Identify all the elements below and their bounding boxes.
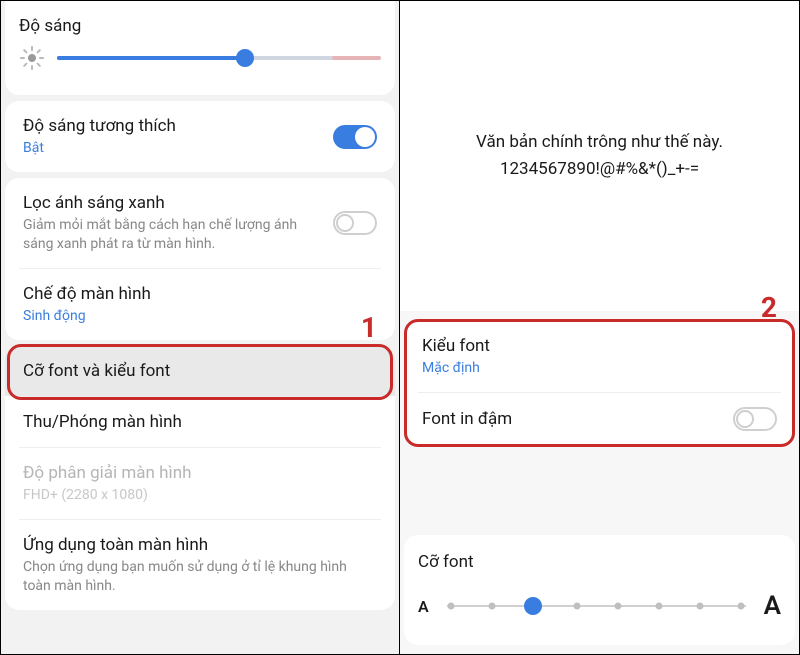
font-style-status: Mặc định — [422, 359, 767, 378]
preview-line-1: Văn bản chính trông như thế này. — [476, 129, 723, 156]
fullscreen-apps-title: Ứng dụng toàn màn hình — [23, 534, 367, 556]
font-style-card: Kiểu font Mặc định Font in đậm — [404, 321, 795, 445]
bluelight-and-mode-card: Lọc ánh sáng xanh Giảm mỏi mắt bằng cách… — [5, 178, 395, 340]
bluelight-title: Lọc ánh sáng xanh — [23, 192, 323, 214]
font-style-row[interactable]: Kiểu font Mặc định — [404, 321, 795, 392]
screen-mode-status: Sinh động — [23, 307, 367, 326]
adaptive-brightness-title: Độ sáng tương thích — [23, 115, 323, 137]
adaptive-brightness-toggle[interactable] — [333, 125, 377, 149]
font-style-title: Kiểu font — [422, 335, 767, 357]
display-settings-screen: Độ sáng — [1, 1, 400, 654]
fullscreen-apps-sub: Chọn ứng dụng bạn muốn sử dụng ở tỉ lệ k… — [23, 558, 367, 596]
screen-mode-title: Chế độ màn hình — [23, 283, 367, 305]
font-size-style-row[interactable]: Cỡ font và kiểu font — [5, 346, 395, 396]
font-and-zoom-card: Cỡ font và kiểu font Thu/Phóng màn hình … — [5, 346, 395, 610]
font-size-label: Cỡ font — [418, 551, 781, 573]
screen-zoom-title: Thu/Phóng màn hình — [23, 411, 367, 433]
adaptive-brightness-row[interactable]: Độ sáng tương thích Bật — [5, 101, 395, 172]
font-size-section: Cỡ font A A — [404, 535, 795, 645]
fullscreen-apps-row[interactable]: Ứng dụng toàn màn hình Chọn ứng dụng bạn… — [5, 520, 395, 610]
resolution-row: Độ phân giải màn hình FHD+ (2280 x 1080) — [5, 448, 395, 519]
font-size-small-a: A — [418, 597, 429, 616]
adaptive-brightness-status: Bật — [23, 139, 323, 158]
preview-line-2: 1234567890!@#%&*()_+-= — [500, 156, 699, 183]
font-size-slider[interactable]: A A — [418, 591, 781, 621]
brightness-label: Độ sáng — [19, 15, 381, 37]
bold-font-title: Font in đậm — [422, 408, 723, 430]
screen-mode-row[interactable]: Chế độ màn hình Sinh động — [5, 269, 395, 340]
font-size-style-title: Cỡ font và kiểu font — [23, 360, 367, 382]
font-settings-screen: Văn bản chính trông như thế này. 1234567… — [400, 1, 799, 654]
bluelight-sub: Giảm mỏi mắt bằng cách hạn chế lượng ánh… — [23, 216, 323, 254]
bluelight-toggle[interactable] — [333, 211, 377, 235]
bold-font-row[interactable]: Font in đậm — [404, 393, 795, 445]
font-size-large-a: A — [764, 591, 781, 621]
screen-zoom-row[interactable]: Thu/Phóng màn hình — [5, 397, 395, 447]
brightness-section: Độ sáng — [5, 1, 395, 95]
resolution-sub: FHD+ (2280 x 1080) — [23, 486, 367, 505]
bluelight-row[interactable]: Lọc ánh sáng xanh Giảm mỏi mắt bằng cách… — [5, 178, 395, 268]
font-preview: Văn bản chính trông như thế này. 1234567… — [400, 1, 799, 311]
sun-icon — [21, 47, 43, 69]
brightness-slider[interactable] — [57, 48, 381, 68]
bold-font-toggle[interactable] — [733, 407, 777, 431]
resolution-title: Độ phân giải màn hình — [23, 462, 367, 484]
